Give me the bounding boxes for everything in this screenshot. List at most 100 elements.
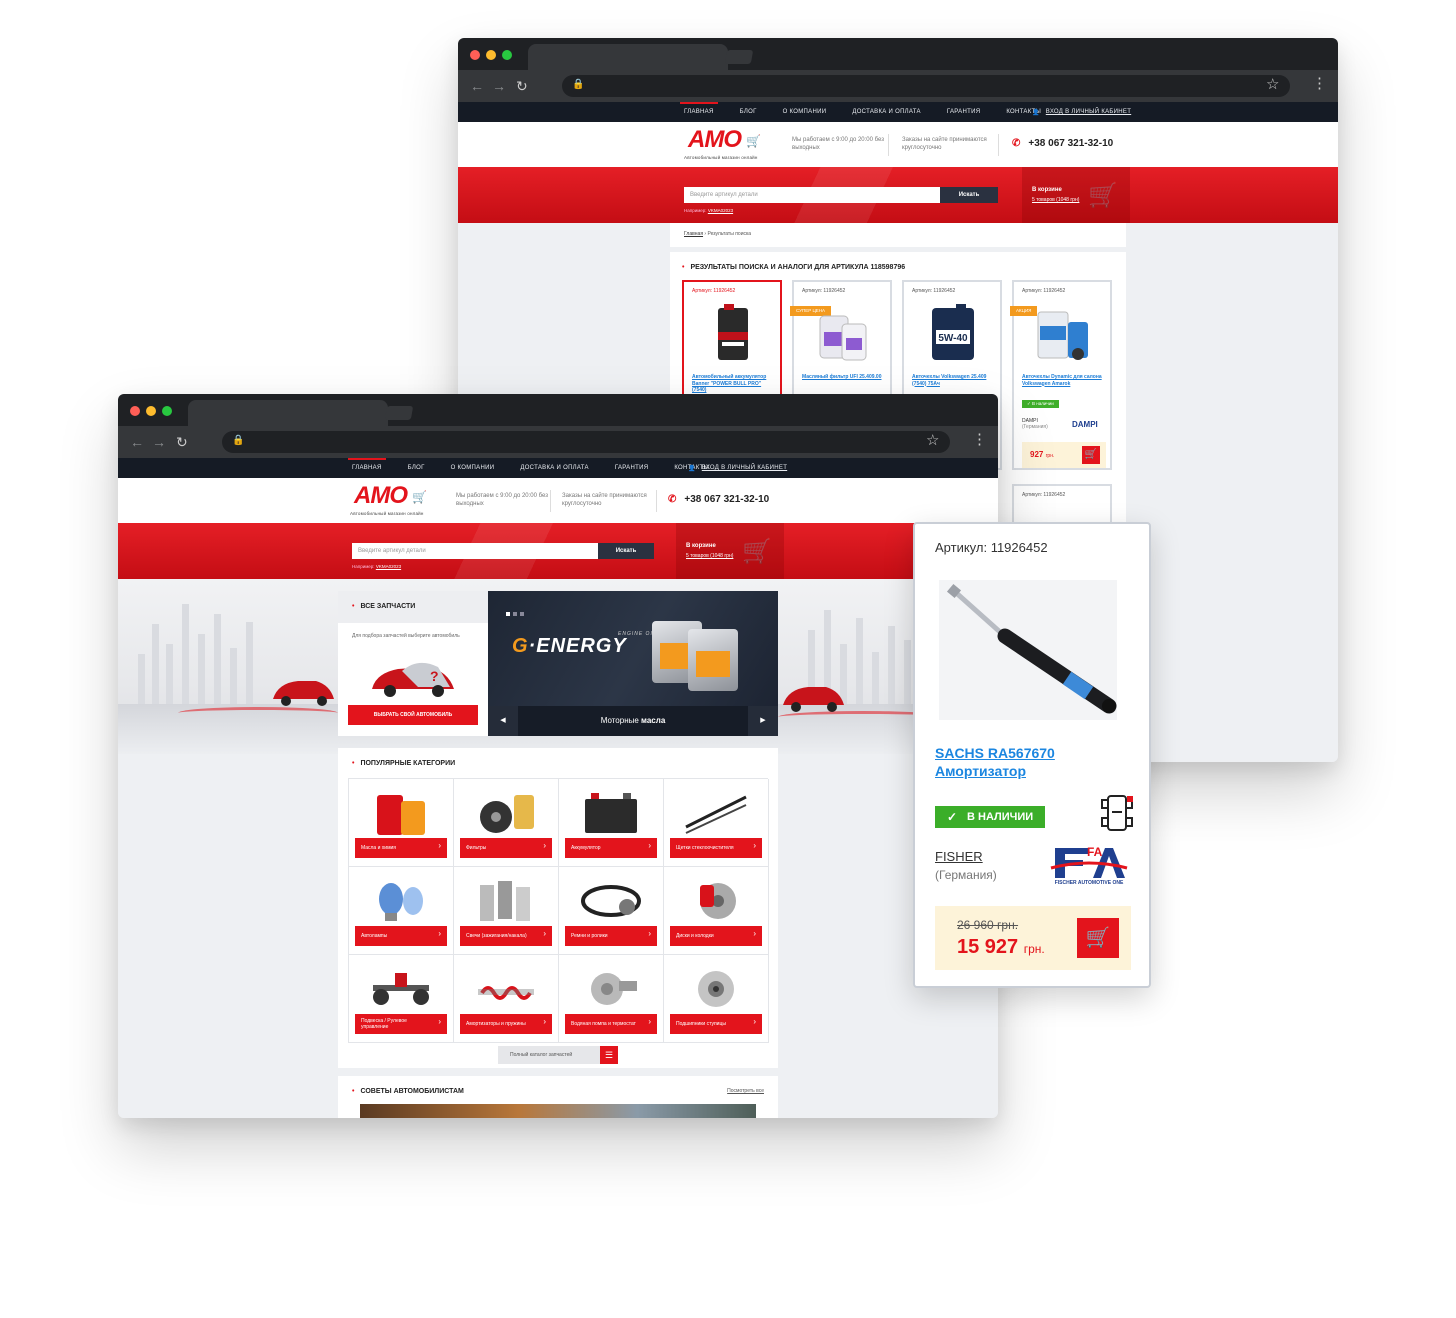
product-name[interactable]: Автомобильный аккумулятор Banner "POWER … (692, 374, 776, 394)
product-card[interactable]: Артикул: 11926452 Акция Авточехлы Dynami… (1010, 280, 1112, 470)
category-grid: Масла и химия Фильтры Аккумулятор Щетки … (348, 778, 769, 1043)
banner-next-button[interactable]: ▶ (748, 706, 778, 736)
category-belts[interactable]: Ремни и ролики (559, 867, 664, 955)
category-label: Свечи (зажигания/накала) (460, 926, 552, 946)
car-silhouette-image (783, 687, 844, 712)
cart-icon: 🛒 (1088, 182, 1118, 209)
cart-widget[interactable]: В корзине 5 товаров (1048 грн) 🛒 (1022, 167, 1130, 223)
category-label: Автолампы (355, 926, 447, 946)
new-tab-button[interactable] (384, 406, 414, 420)
search-input[interactable]: Введите артикул детали (684, 187, 940, 203)
add-to-cart-button[interactable]: 🛒 (1082, 446, 1100, 464)
nav-items: Главная Блог О компании Доставка и оплат… (348, 458, 709, 478)
product-card-enlarged[interactable]: Артикул: 11926452 SACHS RA567670 Амортиза… (913, 522, 1151, 988)
brand-name[interactable]: FISHER (935, 849, 983, 864)
back-icon[interactable]: ← (130, 434, 144, 450)
search-input[interactable]: Введите артикул детали (352, 543, 598, 559)
login-link[interactable]: 👤 Вход в личный кабинет (1032, 102, 1131, 122)
maximize-window-button[interactable] (502, 50, 512, 60)
address-bar[interactable]: 🔒 (562, 75, 1290, 97)
star-icon[interactable]: ☆ (926, 431, 939, 449)
close-window-button[interactable] (130, 406, 140, 416)
product-name[interactable]: Авточехлы Dynamic для салона Volkswagen … (1022, 374, 1106, 387)
phone-number[interactable]: ✆ +38 067 321-32-10 (668, 494, 769, 505)
nav-blog[interactable]: Блог (740, 109, 757, 115)
category-lamps[interactable]: Автолампы (349, 867, 454, 955)
breadcrumb-home[interactable]: Главная (684, 231, 703, 237)
category-brakes[interactable]: Диски и колодки (664, 867, 769, 955)
search-button[interactable]: Искать (598, 543, 654, 559)
close-window-button[interactable] (470, 50, 480, 60)
category-plugs[interactable]: Свечи (зажигания/накала) (454, 867, 559, 955)
maximize-window-button[interactable] (162, 406, 172, 416)
cart-widget[interactable]: В корзине 5 товаров (1048 грн) 🛒 (676, 523, 784, 579)
star-icon[interactable]: ☆ (1266, 75, 1279, 93)
nav-blog[interactable]: Блог (408, 465, 425, 471)
forward-icon[interactable]: → (152, 434, 166, 450)
reload-icon[interactable]: ↻ (516, 78, 528, 94)
minimize-window-button[interactable] (486, 50, 496, 60)
phone-text: +38 067 321-32-10 (1028, 138, 1114, 149)
add-to-cart-button[interactable]: 🛒 (1077, 918, 1119, 958)
category-wipers[interactable]: Щетки стеклоочистителя (664, 779, 769, 867)
product-name[interactable]: Масляный фильтр UFI 25.409.00 (802, 374, 886, 381)
search-button[interactable]: Искать (940, 187, 998, 203)
login-link[interactable]: 👤 Вход в личный кабинет (688, 458, 787, 478)
tips-title: Советы автомобилистам (352, 1088, 463, 1095)
nav-about[interactable]: О компании (783, 109, 827, 115)
tips-photo[interactable] (360, 1104, 756, 1118)
menu-icon[interactable]: ⋮ (1312, 74, 1327, 92)
cart-summary[interactable]: 5 товаров (1048 грн) (686, 553, 733, 559)
brand-country: (Германия) (1022, 424, 1048, 430)
category-label: Диски и колодки (670, 926, 762, 946)
browser-tab[interactable] (528, 44, 728, 70)
search-band: Введите артикул детали Искать Например: … (458, 167, 1338, 223)
nav-delivery[interactable]: Доставка и оплата (852, 109, 921, 115)
category-filters[interactable]: Фильтры (454, 779, 559, 867)
oil-kit-image (1037, 311, 1088, 360)
product-name[interactable]: SACHS RA567670 Амортизатор (935, 744, 1055, 780)
new-tab-button[interactable] (724, 50, 754, 64)
city-building (856, 618, 863, 714)
category-hub-bearings[interactable]: Подшипники ступицы (664, 955, 769, 1043)
promo-banner[interactable]: ENGINE OIL G·ENERGY ◀ Моторные масла ▶ (488, 591, 778, 736)
menu-icon[interactable]: ⋮ (972, 430, 987, 448)
category-shocks[interactable]: Амортизаторы и пружины (454, 955, 559, 1043)
nav-home[interactable]: Главная (348, 458, 386, 471)
category-battery[interactable]: Аккумулятор (559, 779, 664, 867)
logo-tagline: Автомобильный магазин онлайн (350, 511, 424, 516)
choose-car-button[interactable]: Выбрать свой автомобиль (348, 705, 478, 725)
browser-tab[interactable] (188, 400, 388, 426)
address-bar[interactable]: 🔒 (222, 431, 950, 453)
back-icon[interactable]: ← (470, 78, 484, 94)
category-water-pump[interactable]: Водяная помпа и термостат (559, 955, 664, 1043)
example-value[interactable]: VKMA02023 (708, 208, 733, 213)
cart-title: В корзине (1032, 187, 1062, 193)
tips-view-all-link[interactable]: Посмотреть все (727, 1088, 764, 1094)
forward-icon[interactable]: → (492, 78, 506, 94)
nav-about[interactable]: О компании (451, 465, 495, 471)
category-oils[interactable]: Масла и химия (349, 779, 454, 867)
banner-dot[interactable] (513, 612, 517, 616)
banner-dot[interactable] (520, 612, 524, 616)
nav-home[interactable]: Главная (680, 102, 718, 115)
banner-dot[interactable] (506, 612, 510, 616)
cart-summary[interactable]: 5 товаров (1048 грн) (1032, 197, 1079, 203)
product-name[interactable]: Авточехлы Volkswagen 25.409 (7540) 75Ач (912, 374, 996, 387)
product-article: Артикул: 11926452 (912, 288, 956, 294)
nav-warranty[interactable]: Гарантия (615, 465, 649, 471)
site-logo[interactable]: АМО 🛒 Автомобильный магазин онлайн (350, 482, 430, 520)
phone-number[interactable]: ✆ +38 067 321-32-10 (1012, 138, 1113, 149)
example-value[interactable]: VKMA02023 (376, 564, 401, 569)
car-scheme-icon[interactable] (1099, 794, 1135, 832)
minimize-window-button[interactable] (146, 406, 156, 416)
category-suspension[interactable]: Подвеска / Рулевое управление (349, 955, 454, 1043)
site-logo[interactable]: АМО 🛒 Автомобильный магазин онлайн (684, 126, 764, 164)
wiper-blade-image (685, 795, 747, 834)
nav-delivery[interactable]: Доставка и оплата (520, 465, 589, 471)
reload-icon[interactable]: ↻ (176, 434, 188, 450)
nav-warranty[interactable]: Гарантия (947, 109, 981, 115)
svg-text:?: ? (430, 668, 439, 684)
suspension-image (373, 973, 429, 1005)
full-catalog-button[interactable]: Полный каталог запчастей ☰ (498, 1046, 618, 1064)
